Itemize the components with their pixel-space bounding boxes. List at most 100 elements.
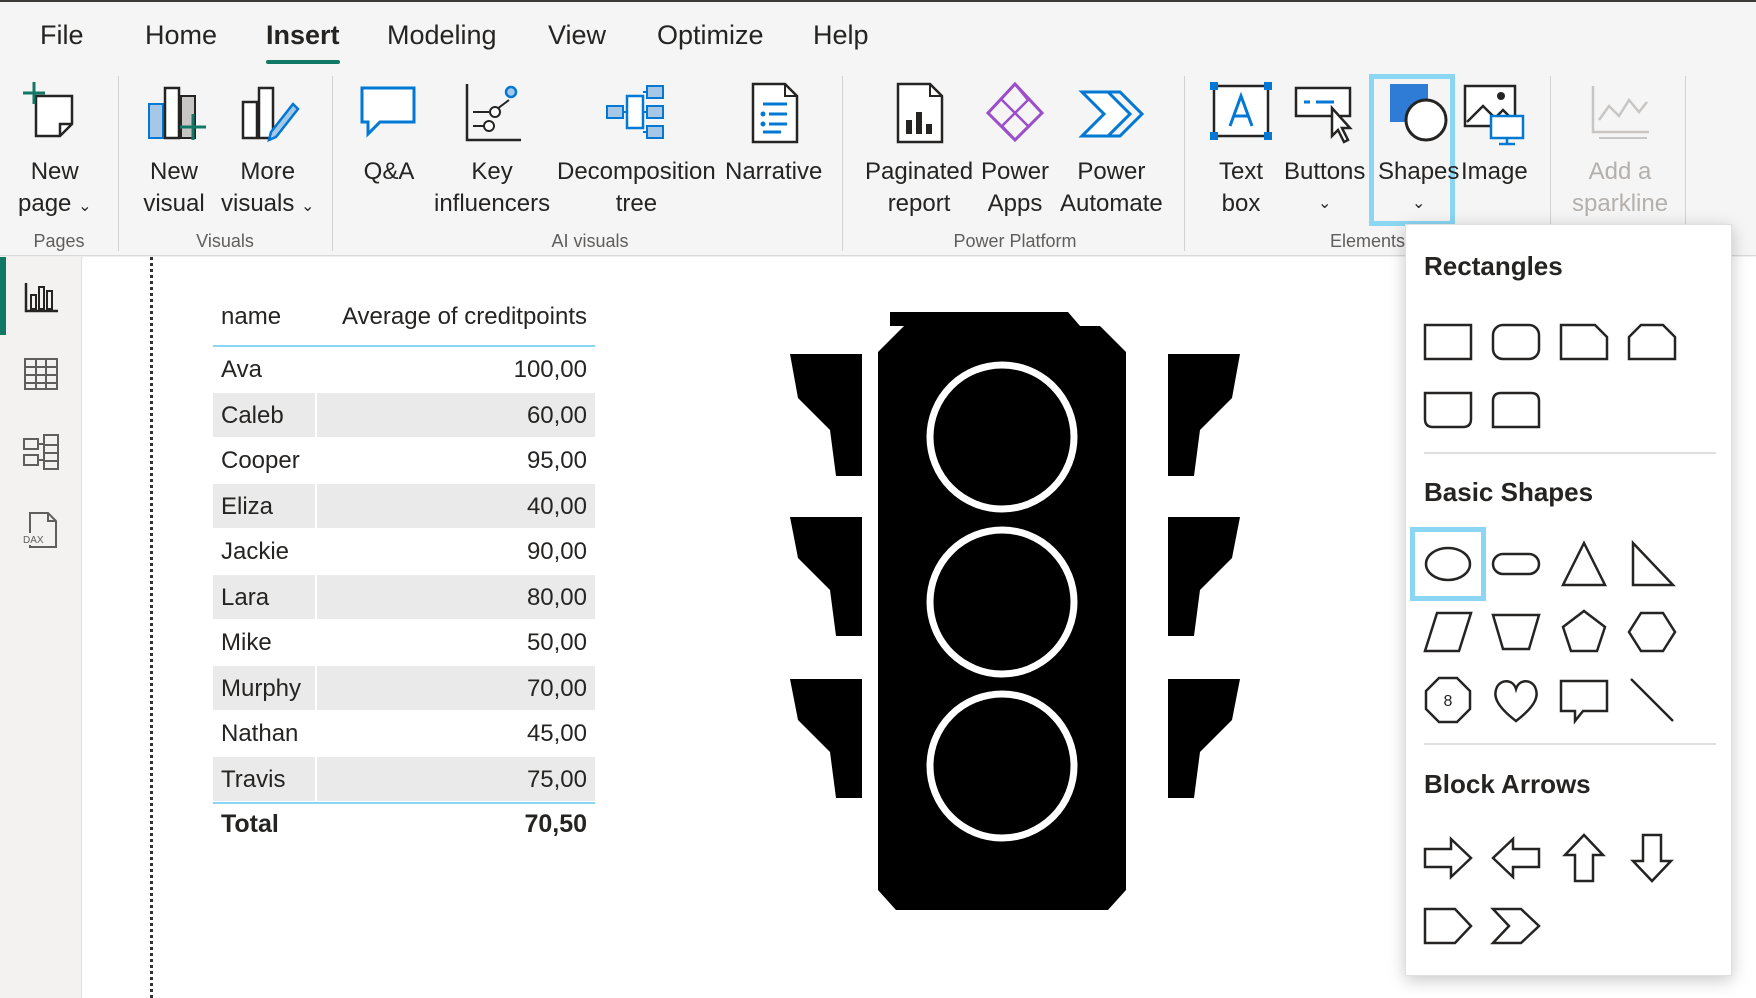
- pentagon-arrow-shape[interactable]: [1421, 899, 1475, 953]
- text-box-label-2: box: [1221, 190, 1261, 217]
- table-total-row: Total 70,50: [213, 802, 595, 842]
- arrow-up-shape[interactable]: [1557, 831, 1611, 885]
- table-row[interactable]: Caleb 60,00: [213, 392, 595, 438]
- speech-bubble-shape[interactable]: [1557, 673, 1611, 727]
- ribbon-separator: [118, 76, 119, 251]
- decomposition-tree-icon: [606, 85, 665, 139]
- table-row[interactable]: Cooper 95,00: [213, 438, 595, 484]
- rectangle-icon: [1423, 323, 1473, 361]
- shapes-icon: [1389, 84, 1448, 142]
- cell-name: Nathan: [221, 720, 299, 747]
- snip-top-rectangle-shape[interactable]: [1625, 315, 1679, 369]
- power-apps-button[interactable]: Power Apps: [981, 80, 1049, 220]
- tab-file[interactable]: File: [40, 20, 84, 51]
- chevron-down-icon: ⌄: [1412, 195, 1426, 212]
- table-row[interactable]: Jackie 90,00: [213, 529, 595, 575]
- section-title-basic-shapes: Basic Shapes: [1424, 477, 1594, 507]
- right-triangle-shape[interactable]: [1625, 537, 1679, 591]
- line-shape[interactable]: [1625, 673, 1679, 727]
- model-view-icon[interactable]: [20, 431, 62, 473]
- decomposition-tree-button[interactable]: Decomposition tree: [557, 80, 716, 220]
- shapes-button[interactable]: Shapes ⌄: [1378, 80, 1459, 220]
- arrow-left-icon: [1491, 836, 1541, 880]
- image-button[interactable]: Image: [1461, 80, 1528, 188]
- rectangle-shape[interactable]: [1421, 315, 1475, 369]
- oval-shape[interactable]: [1421, 537, 1475, 591]
- arrow-left-shape[interactable]: [1489, 831, 1543, 885]
- text-box-button[interactable]: Text box: [1208, 80, 1274, 220]
- arrow-up-icon: [1562, 833, 1606, 883]
- narrative-button[interactable]: Narrative: [725, 80, 822, 188]
- triangle-icon: [1560, 540, 1608, 587]
- table-row[interactable]: Ava 100,00: [213, 347, 595, 393]
- round-top-rectangle-shape[interactable]: [1489, 383, 1543, 437]
- tab-home[interactable]: Home: [145, 20, 217, 51]
- active-tab-indicator: [266, 60, 340, 64]
- tab-insert[interactable]: Insert: [266, 20, 340, 64]
- ribbon-separator: [332, 76, 333, 251]
- trapezoid-shape[interactable]: [1489, 605, 1543, 659]
- heart-icon: [1494, 680, 1538, 723]
- round-bottom-rectangle-shape[interactable]: [1421, 383, 1475, 437]
- narrative-icon: [751, 82, 798, 144]
- rounded-rectangle-shape[interactable]: [1489, 315, 1543, 369]
- tab-optimize[interactable]: Optimize: [657, 20, 764, 51]
- traffic-light-visor: [1168, 517, 1240, 636]
- cell-name: Jackie: [221, 538, 290, 565]
- section-title-rectangles: Rectangles: [1424, 251, 1563, 281]
- table-view-icon[interactable]: [20, 353, 62, 395]
- tab-view[interactable]: View: [548, 20, 606, 51]
- pill-shape[interactable]: [1489, 537, 1543, 591]
- column-header-name[interactable]: name: [221, 303, 281, 331]
- arrow-down-shape[interactable]: [1625, 831, 1679, 885]
- table-row[interactable]: Lara 80,00: [213, 574, 595, 620]
- triangle-shape[interactable]: [1557, 537, 1611, 591]
- hexagon-shape[interactable]: [1625, 605, 1679, 659]
- octagon-shape[interactable]: 8: [1421, 673, 1475, 727]
- power-automate-button[interactable]: Power Automate: [1060, 80, 1163, 220]
- new-visual-button[interactable]: New visual: [141, 80, 207, 220]
- tab-help[interactable]: Help: [813, 20, 869, 51]
- more-visuals-button[interactable]: More visuals ⌄: [221, 80, 314, 223]
- canvas-boundary: [150, 257, 153, 998]
- paginated-report-button[interactable]: Paginated report: [865, 80, 973, 220]
- tab-modeling[interactable]: Modeling: [387, 20, 497, 51]
- report-view-icon[interactable]: [20, 275, 62, 317]
- column-header-average-creditpoints[interactable]: Average of creditpoints: [342, 303, 587, 331]
- column-divider: [315, 392, 317, 437]
- chevron-arrow-shape[interactable]: [1489, 899, 1543, 953]
- key-influencers-button[interactable]: Key influencers: [434, 80, 550, 220]
- add-sparkline-button[interactable]: Add a sparkline: [1572, 80, 1668, 220]
- column-divider: [315, 574, 317, 619]
- cell-average-creditpoints: 80,00: [526, 583, 587, 611]
- key-influencers-icon: [465, 84, 522, 142]
- round-top-rectangle-icon: [1491, 391, 1541, 429]
- heart-shape[interactable]: [1489, 673, 1543, 727]
- line-icon: [1630, 678, 1674, 722]
- qa-button[interactable]: Q&A: [356, 80, 422, 188]
- traffic-light-visor: [790, 354, 862, 476]
- table-body: Ava 100,00 Caleb 60,00 Cooper 95,00 Eliza 40,00…: [213, 347, 595, 802]
- dax-query-icon[interactable]: DAX: [20, 509, 62, 551]
- table-row[interactable]: Travis 75,00: [213, 756, 595, 802]
- qa-icon: [360, 86, 416, 138]
- table-row[interactable]: Eliza 40,00: [213, 483, 595, 529]
- parallelogram-shape[interactable]: [1421, 605, 1475, 659]
- traffic-light-visor: [790, 517, 862, 636]
- column-divider: [315, 620, 317, 665]
- snip-corner-rectangle-shape[interactable]: [1557, 315, 1611, 369]
- traffic-light-image[interactable]: [790, 312, 1240, 917]
- buttons-button[interactable]: Buttons ⌄: [1284, 80, 1365, 220]
- cell-name: Travis: [221, 765, 286, 793]
- pentagon-shape[interactable]: [1557, 605, 1611, 659]
- group-ai-visuals-label: AI visuals: [551, 231, 629, 251]
- table-visual[interactable]: name Average of creditpoints Ava 100,00 Ca…: [213, 295, 595, 842]
- column-divider: [315, 438, 317, 483]
- snip-top-rectangle-icon: [1627, 323, 1677, 361]
- table-row[interactable]: Nathan 45,00: [213, 711, 595, 757]
- table-row[interactable]: Murphy 70,00: [213, 665, 595, 711]
- new-page-button[interactable]: New page ⌄: [18, 80, 91, 223]
- arrow-right-shape[interactable]: [1421, 831, 1475, 885]
- table-row[interactable]: Mike 50,00: [213, 620, 595, 666]
- text-box-icon: [1210, 82, 1272, 140]
